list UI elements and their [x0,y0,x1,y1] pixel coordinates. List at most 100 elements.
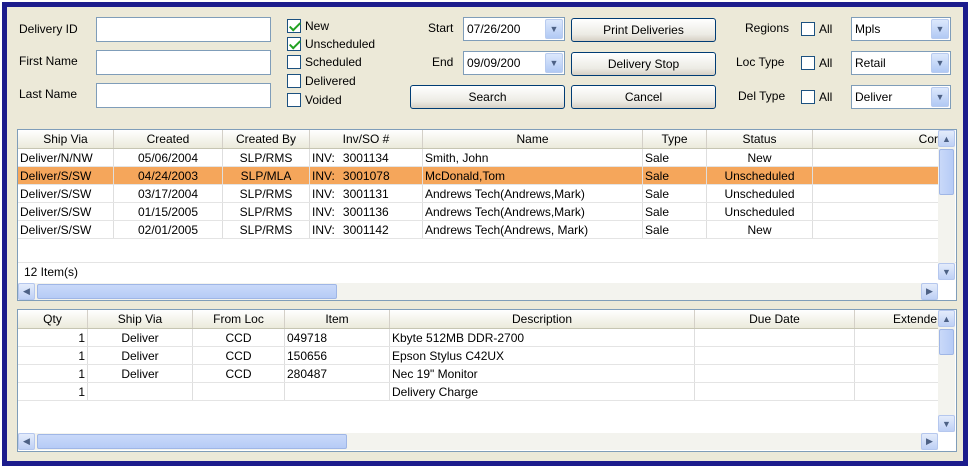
print-deliveries-button[interactable]: Print Deliveries [571,18,716,42]
first-name-label: First Name [19,54,78,68]
checkbox-icon[interactable] [801,22,815,36]
checkbox-icon[interactable] [287,74,301,88]
loc-type-select[interactable]: Retail ▼ [851,51,951,75]
delivery-row[interactable]: Deliver/S/SW 04/24/2003 SLP/MLA INV: 3001078… [18,167,941,185]
inv-number: 3001142 [342,223,389,237]
scroll-up-icon[interactable]: ▲ [938,130,955,147]
first-name-input[interactable] [96,50,271,75]
column-header[interactable]: Name [423,130,643,148]
delivery-id-input[interactable] [96,17,271,42]
scroll-right-icon[interactable]: ▶ [921,283,938,300]
cell-item: 150656 [285,347,390,364]
item-row[interactable]: 1 Deliver CCD 150656 Epson Stylus C42UX [18,347,940,365]
delivery-row[interactable]: Deliver/S/SW 02/01/2005 SLP/RMS INV: 3001142… [18,221,941,239]
column-header[interactable]: Due Date [695,310,855,328]
checkbox-icon[interactable] [801,90,815,104]
last-name-input[interactable] [96,83,271,108]
column-header[interactable]: Qty [18,310,88,328]
cell-extended [855,365,940,382]
column-header[interactable]: Description [390,310,695,328]
cancel-button[interactable]: Cancel [571,85,716,109]
deliveries-hscroll[interactable]: ◀ ▶ [18,283,938,300]
checkbox-icon[interactable] [287,37,301,51]
cell-inv: INV: 3001136 [310,203,423,220]
deliveries-grid[interactable]: Ship Via Created Created By Inv/SO # Nam… [17,129,957,301]
loc-type-all-check[interactable]: All [801,54,832,72]
cell-name: Smith, John [423,149,643,166]
scroll-thumb[interactable] [37,284,337,299]
scroll-down-icon[interactable]: ▼ [938,415,955,432]
cell-inv: INV: 3001131 [310,185,423,202]
cell-inv: INV: 3001142 [310,221,423,238]
column-header[interactable]: Item [285,310,390,328]
search-button[interactable]: Search [410,85,565,109]
status-check-delivered[interactable]: Delivered [287,72,356,90]
delivery-row[interactable]: Deliver/S/SW 03/17/2004 SLP/RMS INV: 3001131… [18,185,941,203]
status-check-voided[interactable]: Voided [287,91,342,109]
cell-qty: 1 [18,329,88,346]
chevron-down-icon[interactable]: ▼ [931,87,949,107]
checkbox-icon[interactable] [801,56,815,70]
inv-prefix: INV: [312,223,335,237]
item-row[interactable]: 1 Deliver CCD 280487 Nec 19" Monitor [18,365,940,383]
column-header[interactable]: Type [643,130,707,148]
delivery-row[interactable]: Deliver/N/NW 05/06/2004 SLP/RMS INV: 3001134… [18,149,941,167]
cell-ship-via: Deliver/S/SW [18,167,114,184]
regions-all-check[interactable]: All [801,20,832,38]
status-check-unscheduled[interactable]: Unscheduled [287,35,375,53]
checkbox-icon[interactable] [287,19,301,33]
chevron-down-icon[interactable]: ▼ [545,19,563,39]
scroll-left-icon[interactable]: ◀ [18,283,35,300]
scroll-left-icon[interactable]: ◀ [18,433,35,450]
column-header[interactable]: Ship Via [88,310,193,328]
scroll-down-icon[interactable]: ▼ [938,263,955,280]
cell-status: Unscheduled [707,167,813,184]
cell-extended [855,329,940,346]
end-date-picker[interactable]: 09/09/200 ▼ [463,51,565,75]
item-row[interactable]: 1 Delivery Charge [18,383,940,401]
inv-number: 3001078 [342,169,390,183]
column-header[interactable]: Extende [855,310,940,328]
cell-ship-via: Deliver/S/SW [18,185,114,202]
chevron-down-icon[interactable]: ▼ [931,19,949,39]
items-vscroll[interactable]: ▲ ▼ [938,310,955,432]
delivery-row[interactable]: Deliver/S/SW 01/15/2005 SLP/RMS INV: 3001136… [18,203,941,221]
chevron-down-icon[interactable]: ▼ [545,53,563,73]
cell-extended [855,347,940,364]
chevron-down-icon[interactable]: ▼ [931,53,949,73]
regions-select[interactable]: Mpls ▼ [851,17,951,41]
scroll-up-icon[interactable]: ▲ [938,310,955,327]
column-header[interactable]: Created [114,130,223,148]
checkbox-icon[interactable] [287,93,301,107]
checkbox-icon[interactable] [287,55,301,69]
scroll-thumb[interactable] [939,149,954,195]
items-hscroll[interactable]: ◀ ▶ [18,433,938,450]
column-header[interactable]: Cor [813,130,941,148]
inv-prefix: INV: [312,205,335,219]
del-type-select[interactable]: Deliver ▼ [851,85,951,109]
start-date-picker[interactable]: 07/26/200 ▼ [463,17,565,41]
cell-ship-via: Deliver/S/SW [18,203,114,220]
loc-type-all-label: All [819,56,833,70]
column-header[interactable]: Inv/SO # [310,130,423,148]
scroll-thumb[interactable] [37,434,347,449]
status-check-new[interactable]: New [287,17,329,35]
column-header[interactable]: Status [707,130,813,148]
scroll-right-icon[interactable]: ▶ [921,433,938,450]
cell-ship-via: Deliver [88,365,193,382]
cell-description: Delivery Charge [390,383,695,400]
column-header[interactable]: From Loc [193,310,285,328]
del-type-all-check[interactable]: All [801,88,832,106]
status-check-scheduled[interactable]: Scheduled [287,53,362,71]
cell-due-date [695,365,855,382]
cell-cor [813,167,941,184]
item-row[interactable]: 1 Deliver CCD 049718 Kbyte 512MB DDR-2700 [18,329,940,347]
cell-created: 02/01/2005 [114,221,223,238]
column-header[interactable]: Created By [223,130,310,148]
scroll-thumb[interactable] [939,329,954,355]
deliveries-vscroll[interactable]: ▲ ▼ [938,130,955,280]
column-header[interactable]: Ship Via [18,130,114,148]
delivery-stop-button[interactable]: Delivery Stop [571,52,716,76]
delivery-items-grid[interactable]: Qty Ship Via From Loc Item Description D… [17,309,957,452]
delivery-manager-window: Delivery ID First Name Last Name New Uns… [2,2,968,466]
